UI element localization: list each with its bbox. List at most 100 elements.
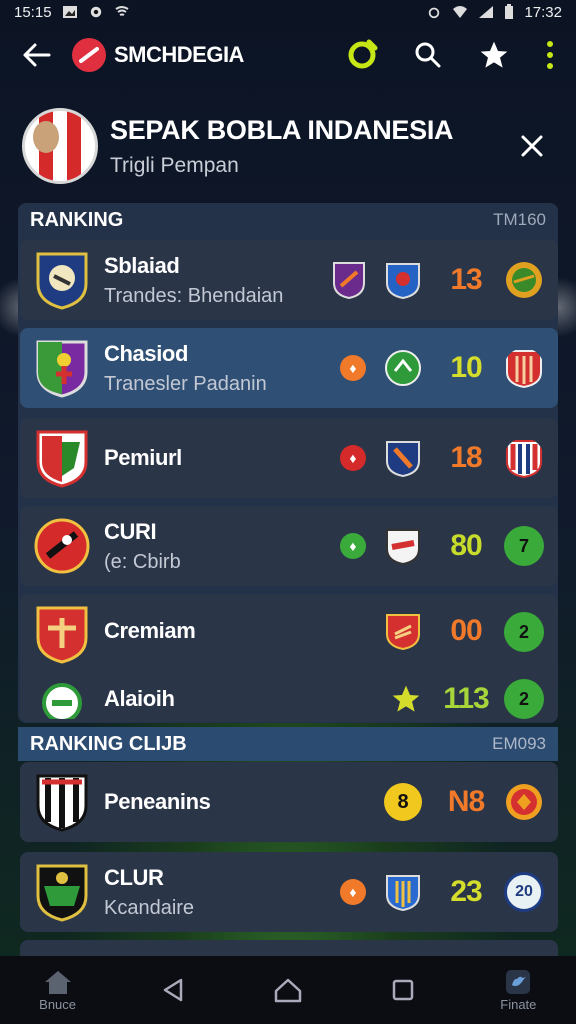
- team-crest-icon: [386, 263, 420, 299]
- ranking-club-header: RANKING CLIJB EM093: [18, 727, 558, 761]
- club-name: CURI: [104, 518, 157, 544]
- nav-back[interactable]: [133, 977, 213, 1003]
- club-score: 80: [450, 529, 482, 562]
- signal-icon: [479, 6, 494, 18]
- league-avatar: [22, 108, 98, 184]
- club-score: N8: [447, 785, 485, 818]
- team-crest-icon: [386, 441, 420, 477]
- club-name: Chasiod: [104, 340, 188, 366]
- club-crest-icon: [36, 864, 88, 922]
- league-badge-icon: [506, 440, 542, 478]
- team-crest-icon: [385, 350, 421, 386]
- wifi-icon: [453, 6, 468, 18]
- more-vertical-icon: [547, 41, 553, 69]
- ranking-code: TM160: [493, 210, 546, 229]
- close-button[interactable]: [510, 124, 554, 168]
- club-subtitle: Tranesler Padanin: [104, 372, 267, 395]
- form-dot: 8: [384, 783, 422, 821]
- club-score: 113: [443, 682, 489, 715]
- nav-home-button[interactable]: [248, 977, 328, 1003]
- app-bar: SMCHDEGIA: [0, 24, 576, 86]
- form-dot: ♦: [340, 879, 366, 905]
- battery-icon: [505, 4, 514, 19]
- rank-badge: 2: [504, 679, 544, 719]
- status-bar: 15:15 17:32: [0, 0, 576, 24]
- ranking-row[interactable]: Sblaiad Trandes: Bhendaian 13: [20, 240, 558, 320]
- opponent-crest-icon: [333, 262, 365, 299]
- club-subtitle: (e: Cbirb: [104, 550, 181, 573]
- square-recents-icon: [392, 979, 414, 1001]
- team-crest-icon: [386, 529, 420, 565]
- ranking-row-selected[interactable]: Chasiod Tranesler Padanin ♦ 10: [20, 328, 558, 408]
- twitter-icon: [506, 969, 531, 994]
- alarm-icon: [429, 7, 440, 19]
- status-time-left: 15:15: [14, 3, 52, 21]
- form-dot: ♦: [340, 355, 366, 381]
- club-crest-icon: [42, 683, 82, 719]
- club-row[interactable]: CLUR Kcandaire ♦ 23 20: [20, 852, 558, 932]
- club-name: Peneanins: [104, 789, 211, 814]
- form-dot: ♦: [340, 445, 366, 471]
- home-icon: [44, 970, 71, 994]
- ranking-row[interactable]: CURI (e: Cbirb ♦ 80 7: [20, 506, 558, 586]
- close-icon: [521, 135, 543, 157]
- nav-recents[interactable]: [363, 978, 443, 1002]
- ranking-row[interactable]: Pemiurl ♦ 18: [20, 418, 558, 498]
- nav-home[interactable]: Bnuce: [18, 969, 98, 1012]
- image-icon: [62, 6, 77, 18]
- club-name: Pemiurl: [104, 445, 182, 470]
- club-row[interactable]: Peneanins 8 N8: [20, 762, 558, 842]
- favorite-button[interactable]: [474, 35, 514, 75]
- league-badge-icon: [506, 784, 542, 820]
- club-score: 13: [450, 263, 482, 296]
- nav-finate-label: Finate: [500, 996, 537, 1012]
- nav-finate[interactable]: Finate: [478, 969, 558, 1012]
- page-subtitle: Trigli Pempan: [110, 153, 239, 177]
- rank-badge: 20: [504, 872, 544, 912]
- triangle-back-icon: [163, 978, 183, 1002]
- league-badge-icon: [506, 262, 542, 298]
- star-icon: [480, 41, 508, 68]
- club-name: CLUR: [104, 864, 164, 890]
- club-subtitle: Trandes: Bhendaian: [104, 284, 284, 307]
- nav-home-label: Bnuce: [39, 996, 77, 1012]
- ranking-club-label: RANKING CLIJB: [30, 732, 187, 755]
- brand-name: SMCHDEGIA: [114, 42, 244, 67]
- brand: SMCHDEGIA: [72, 38, 244, 72]
- ranking-label: RANKING: [30, 208, 124, 231]
- refresh-icon: [348, 39, 378, 69]
- search-icon: [415, 42, 441, 68]
- rank-badge: 7: [504, 526, 544, 566]
- club-name: Sblaiad: [104, 252, 180, 278]
- ranking-row[interactable]: Alaioih 113 2: [20, 676, 558, 722]
- star-icon: [392, 685, 420, 712]
- club-name: Cremiam: [104, 618, 196, 643]
- search-button[interactable]: [408, 35, 448, 75]
- form-dot: ♦: [340, 533, 366, 559]
- bottom-nav: Bnuce Finate: [0, 956, 576, 1024]
- club-score: 23: [450, 875, 482, 908]
- rank-badge: 2: [504, 612, 544, 652]
- more-menu-button[interactable]: [540, 35, 560, 75]
- brand-logo: [72, 38, 106, 72]
- club-crest-icon: [36, 430, 88, 488]
- arrow-left-icon: [23, 43, 51, 67]
- club-crest-icon: [36, 774, 88, 832]
- club-crest-icon: [34, 518, 90, 574]
- team-crest-icon: [386, 875, 420, 911]
- club-crest-icon: [36, 252, 88, 310]
- back-button[interactable]: [16, 35, 56, 75]
- cast-icon: [114, 6, 129, 16]
- club-crest-icon: [36, 606, 88, 664]
- club-row[interactable]: [20, 940, 558, 956]
- club-subtitle: Kcandaire: [104, 896, 195, 919]
- league-header: SEPAK BOBLA INDANESIA Trigli Pempan: [0, 96, 576, 196]
- club-score: 00: [450, 614, 482, 647]
- league-badge-icon: [506, 350, 542, 388]
- club-score: 18: [450, 441, 482, 474]
- team-crest-icon: [386, 614, 420, 650]
- refresh-button[interactable]: [342, 35, 382, 75]
- ball-slash-icon: [79, 47, 99, 63]
- club-score: 10: [450, 351, 482, 384]
- page-title: SEPAK BOBLA INDANESIA: [110, 114, 454, 145]
